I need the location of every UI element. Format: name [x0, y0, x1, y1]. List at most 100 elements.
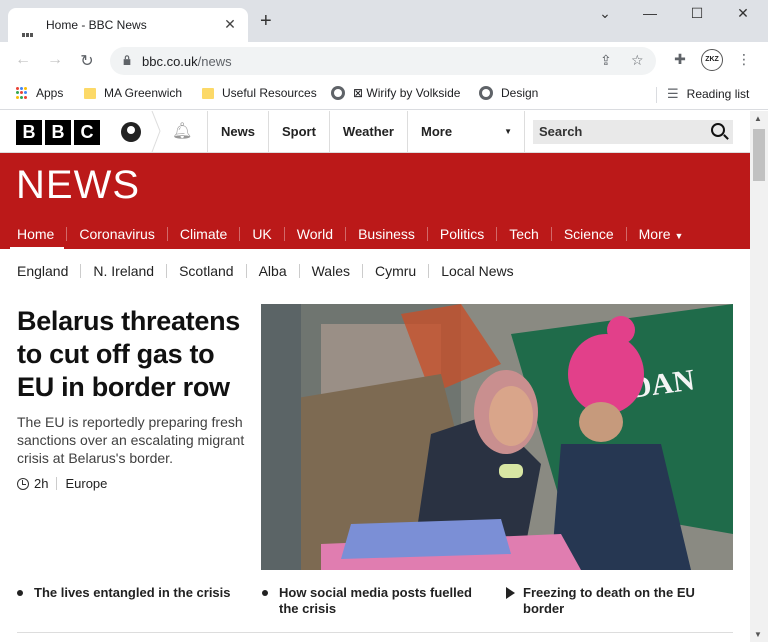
section-more-label: More	[638, 226, 671, 242]
story-summary: The EU is reportedly preparing fresh san…	[17, 414, 245, 466]
bbc-masthead: B B C 🔔︎ News Sport Weather More ▼ Searc…	[0, 111, 750, 153]
bookmark-apps[interactable]: Apps	[16, 86, 63, 100]
logo-block: B	[16, 120, 42, 145]
section-business[interactable]: Business	[345, 227, 427, 241]
region-cymru[interactable]: Cymru	[362, 264, 428, 278]
bookmark-label: Design	[501, 86, 539, 100]
tab-search-icon[interactable]: ⌄	[593, 5, 617, 22]
section-science[interactable]: Science	[550, 227, 626, 241]
url-text: bbc.co.uk/news	[142, 54, 232, 69]
forward-icon[interactable]: →	[45, 51, 65, 69]
section-tech[interactable]: Tech	[496, 227, 551, 241]
reading-list-label: Reading list	[686, 87, 750, 101]
folder-icon	[84, 87, 96, 99]
story-photo[interactable]: LDAN	[261, 304, 733, 570]
bullet-icon	[17, 590, 23, 596]
browser-tabstrip: Home - BBC News ✕ + ⌄ — ☐ ✕	[0, 0, 768, 42]
topnav-more-label: More	[420, 124, 453, 139]
caret-down-icon: ▼	[674, 231, 684, 241]
share-icon[interactable]: ⇪	[600, 52, 612, 69]
news-banner: NEWS Home Coronavirus Climate UK World B…	[0, 153, 750, 251]
play-icon	[506, 587, 515, 599]
bbc-logo[interactable]: B B C	[16, 120, 100, 145]
section-nav: Home Coronavirus Climate UK World Busine…	[0, 219, 696, 251]
close-window-icon[interactable]: ✕	[731, 5, 755, 22]
bookmarks-divider	[656, 87, 657, 103]
bullet-icon	[262, 590, 268, 596]
bookmark-star-icon[interactable]: ☆	[631, 52, 644, 69]
topnav-sport[interactable]: Sport	[267, 111, 329, 152]
folder-icon	[202, 87, 214, 99]
region-england[interactable]: England	[0, 264, 80, 278]
search-placeholder: Search	[539, 124, 583, 139]
search-box[interactable]: Search	[533, 120, 733, 144]
browser-toolbar: ← → ↻ bbc.co.uk/news ⇪ ☆ ✚ ZKZ ⋮	[0, 42, 768, 80]
bookmark-design[interactable]: Design	[479, 86, 538, 100]
section-uk[interactable]: UK	[239, 227, 283, 241]
story-section-link[interactable]: Europe	[65, 476, 107, 491]
section-more[interactable]: More ▼	[625, 226, 696, 242]
story-age: 2h	[34, 476, 49, 491]
logo-block: C	[74, 120, 100, 145]
extensions-icon[interactable]: ✚	[670, 51, 690, 68]
menu-kebab-icon[interactable]: ⋮	[734, 51, 754, 68]
page-scrollbar[interactable]: ▲ ▼	[750, 111, 768, 642]
reading-list-icon: ☰	[667, 86, 679, 101]
globe-icon	[331, 86, 345, 100]
section-world[interactable]: World	[283, 227, 345, 241]
topnav-news[interactable]: News	[207, 111, 268, 152]
topnav-weather[interactable]: Weather	[328, 111, 407, 152]
new-tab-button[interactable]: +	[260, 11, 272, 31]
close-tab-icon[interactable]: ✕	[222, 16, 238, 33]
bookmark-label: MA Greenwich	[104, 86, 183, 100]
region-nav: England N. Ireland Scotland Alba Wales C…	[0, 253, 750, 289]
maximize-icon[interactable]: ☐	[685, 5, 709, 22]
bookmark-useful-resources[interactable]: Useful Resources	[202, 86, 317, 100]
bookmark-wirify[interactable]: ⊠ Wirify by Volkside	[331, 86, 460, 100]
story-meta: 2h Europe	[17, 476, 107, 491]
bookmark-label: Useful Resources	[222, 86, 317, 100]
reading-list-button[interactable]: ☰ Reading list	[667, 86, 749, 102]
region-alba[interactable]: Alba	[245, 264, 299, 278]
region-scotland[interactable]: Scotland	[166, 264, 245, 278]
browser-tab[interactable]: Home - BBC News ✕	[8, 8, 248, 42]
notifications-bell-icon[interactable]: 🔔︎	[172, 121, 192, 141]
lock-icon	[123, 55, 131, 65]
logo-block: B	[45, 120, 71, 145]
region-wales[interactable]: Wales	[298, 264, 362, 278]
related-link-text: The lives entangled in the crisis	[34, 585, 231, 600]
minimize-icon[interactable]: —	[638, 5, 662, 21]
back-icon[interactable]: ←	[13, 51, 33, 69]
profile-avatar[interactable]: ZKZ	[701, 49, 723, 71]
caret-down-icon: ▼	[504, 127, 512, 136]
scroll-down-icon[interactable]: ▼	[754, 630, 762, 639]
related-link-text: Freezing to death on the EU border	[523, 585, 695, 616]
bookmark-label: Apps	[36, 86, 64, 100]
section-climate[interactable]: Climate	[166, 227, 239, 241]
region-local-news[interactable]: Local News	[428, 264, 525, 278]
globe-icon	[479, 86, 493, 100]
section-coronavirus[interactable]: Coronavirus	[66, 227, 166, 241]
apps-grid-icon	[16, 87, 28, 99]
bookmark-ma-greenwich[interactable]: MA Greenwich	[84, 86, 182, 100]
topnav-more[interactable]: More ▼	[406, 111, 525, 152]
bbc-favicon-icon	[22, 24, 36, 37]
news-wordmark[interactable]: NEWS	[16, 163, 140, 208]
meta-divider	[56, 477, 58, 490]
section-politics[interactable]: Politics	[426, 227, 496, 241]
bookmarks-bar: Apps MA Greenwich Useful Resources ⊠ Wir…	[0, 80, 768, 110]
section-home[interactable]: Home	[0, 227, 66, 251]
clock-icon	[17, 477, 29, 490]
scrollbar-thumb[interactable]	[753, 129, 765, 181]
scroll-up-icon[interactable]: ▲	[754, 114, 762, 123]
reload-icon[interactable]: ↻	[77, 51, 97, 71]
address-bar[interactable]: bbc.co.uk/news ⇪ ☆	[110, 47, 656, 75]
related-link-text: How social media posts fuelled the crisi…	[279, 585, 472, 616]
account-icon[interactable]	[121, 122, 141, 142]
region-n-ireland[interactable]: N. Ireland	[80, 264, 166, 278]
story-headline[interactable]: Belarus threatens to cut off gas to EU i…	[17, 305, 257, 404]
section-divider	[17, 632, 733, 633]
tab-title: Home - BBC News	[46, 18, 147, 32]
search-icon[interactable]	[711, 123, 725, 137]
divider-chevron	[151, 111, 161, 152]
